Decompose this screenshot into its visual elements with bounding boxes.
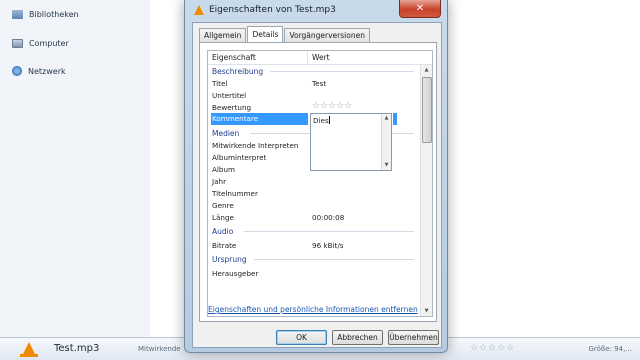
property-row-titelnummer[interactable]: Titelnummer bbox=[208, 187, 420, 199]
details-size: Größe: 94,... bbox=[588, 345, 632, 353]
details-contributors-label: Mitwirkende bbox=[138, 345, 181, 353]
property-name: Untertitel bbox=[212, 91, 247, 100]
computer-icon bbox=[12, 38, 23, 48]
apply-button[interactable]: Übernehmen bbox=[388, 330, 439, 345]
property-row-bewertung[interactable]: Bewertung ☆☆☆☆☆ bbox=[208, 101, 420, 113]
property-list[interactable]: Eigenschaft Wert Beschreibung Titel Test… bbox=[207, 50, 433, 317]
property-name: Bitrate bbox=[212, 241, 237, 250]
nav-label: Bibliotheken bbox=[29, 9, 79, 19]
nav-item-network[interactable]: Netzwerk bbox=[12, 64, 66, 78]
property-row-bitrate[interactable]: Bitrate 96 kBit/s bbox=[208, 239, 420, 251]
tab-allgemein[interactable]: Allgemein bbox=[199, 28, 247, 42]
property-row-jahr[interactable]: Jahr bbox=[208, 175, 420, 187]
property-row-untertitel[interactable]: Untertitel bbox=[208, 89, 420, 101]
group-divider bbox=[270, 71, 414, 72]
cancel-button[interactable]: Abbrechen bbox=[332, 330, 383, 345]
group-header-beschreibung[interactable]: Beschreibung bbox=[212, 65, 263, 77]
text-caret bbox=[328, 116, 330, 124]
column-header-value[interactable]: Wert bbox=[312, 53, 330, 62]
nav-item-computer[interactable]: Computer bbox=[12, 36, 69, 50]
property-row-titel[interactable]: Titel Test bbox=[208, 77, 420, 89]
property-name: Genre bbox=[212, 201, 234, 210]
property-value: 00:00:08 bbox=[312, 213, 345, 222]
tab-strip: Allgemein Details Vorgängerversionen bbox=[199, 26, 371, 42]
property-row-genre[interactable]: Genre bbox=[208, 199, 420, 211]
group-header-ursprung[interactable]: Ursprung bbox=[212, 253, 247, 265]
details-file-name: Test.mp3 bbox=[54, 343, 100, 354]
property-name: Mitwirkende Interpreten bbox=[212, 141, 299, 150]
properties-dialog: Eigenschaften von Test.mp3 ✕ Allgemein D… bbox=[184, 0, 448, 353]
details-tab-panel: Eigenschaft Wert Beschreibung Titel Test… bbox=[199, 42, 437, 322]
property-name: Jahr bbox=[212, 177, 227, 186]
scroll-up-icon[interactable]: ▲ bbox=[382, 114, 391, 123]
dialog-title: Eigenschaften von Test.mp3 bbox=[209, 5, 336, 15]
property-name: Länge bbox=[212, 213, 234, 222]
property-value[interactable]: Test bbox=[312, 79, 326, 88]
property-name: Titel bbox=[212, 79, 228, 88]
dialog-titlebar[interactable]: Eigenschaften von Test.mp3 ✕ bbox=[185, 0, 447, 22]
scroll-down-icon[interactable]: ▼ bbox=[421, 306, 432, 316]
group-divider bbox=[254, 259, 414, 260]
property-name: Bewertung bbox=[212, 103, 252, 112]
scroll-up-icon[interactable]: ▲ bbox=[421, 65, 432, 75]
selection-highlight bbox=[393, 113, 397, 125]
edit-scrollbar[interactable]: ▲ ▼ bbox=[381, 114, 391, 170]
property-row-kommentare[interactable]: Kommentare Dies ▲ ▼ bbox=[208, 113, 420, 171]
property-name: Kommentare bbox=[211, 113, 308, 125]
tab-details[interactable]: Details bbox=[247, 26, 284, 42]
list-body: Beschreibung Titel Test Untertitel Bewer… bbox=[208, 65, 420, 316]
network-icon bbox=[12, 66, 22, 76]
rating-stars-icon[interactable]: ☆☆☆☆☆ bbox=[312, 101, 352, 111]
property-name: Album bbox=[212, 165, 236, 174]
scrollbar-thumb[interactable] bbox=[422, 77, 432, 143]
close-button[interactable]: ✕ bbox=[399, 0, 441, 18]
property-row-herausgeber[interactable]: Herausgeber bbox=[208, 267, 420, 279]
nav-label: Netzwerk bbox=[28, 66, 66, 76]
column-header-property[interactable]: Eigenschaft bbox=[212, 53, 256, 62]
ok-button[interactable]: OK bbox=[276, 330, 327, 345]
tab-vorgaengerversionen[interactable]: Vorgängerversionen bbox=[284, 28, 370, 42]
dialog-client-area: Allgemein Details Vorgängerversionen Eig… bbox=[192, 22, 442, 348]
comments-edit-field[interactable]: Dies ▲ ▼ bbox=[310, 113, 392, 171]
list-header: Eigenschaft Wert bbox=[208, 51, 432, 65]
nav-label: Computer bbox=[29, 38, 69, 48]
group-header-audio[interactable]: Audio bbox=[212, 225, 233, 237]
vlc-file-icon-base bbox=[20, 354, 38, 357]
navigation-pane: Bibliotheken Computer Netzwerk bbox=[0, 0, 150, 340]
library-icon bbox=[12, 9, 23, 19]
column-separator[interactable] bbox=[307, 51, 308, 64]
group-divider bbox=[244, 231, 414, 232]
scroll-down-icon[interactable]: ▼ bbox=[382, 161, 391, 170]
comments-edit-text: Dies bbox=[313, 116, 330, 125]
vlc-icon bbox=[194, 5, 204, 15]
list-scrollbar[interactable]: ▲ ▼ bbox=[420, 65, 432, 316]
property-name: Titelnummer bbox=[212, 189, 258, 198]
property-name: Herausgeber bbox=[212, 269, 259, 278]
details-rating-stars[interactable]: ☆☆☆☆☆ bbox=[470, 343, 515, 353]
property-value: 96 kBit/s bbox=[312, 241, 344, 250]
remove-properties-link[interactable]: Eigenschaften und persönliche Informatio… bbox=[208, 305, 418, 314]
nav-item-libraries[interactable]: Bibliotheken bbox=[12, 7, 79, 21]
group-header-medien[interactable]: Medien bbox=[212, 127, 239, 139]
property-row-laenge[interactable]: Länge 00:00:08 bbox=[208, 211, 420, 223]
property-name: Albuminterpret bbox=[212, 153, 267, 162]
